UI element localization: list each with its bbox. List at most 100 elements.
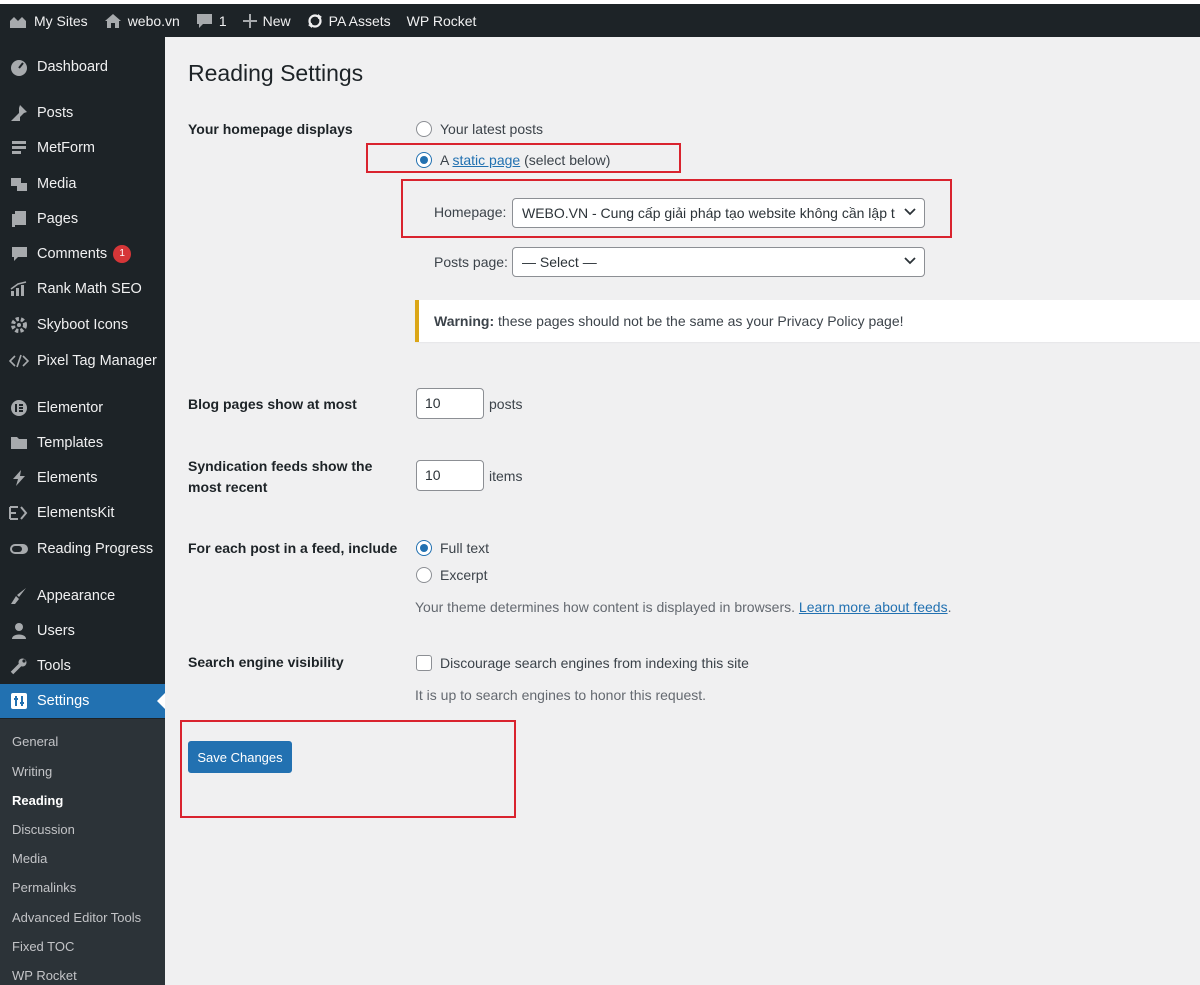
admin-bar-pa-assets[interactable]: PA Assets [307,13,391,29]
submenu-item-advanced-editor-tools[interactable]: Advanced Editor Tools [12,910,141,925]
sidebar-item-label: Elementor [37,400,104,416]
brush-icon [9,586,29,606]
admin-bar-site[interactable]: webo.vn [104,13,180,29]
gear-icon [9,315,29,335]
sidebar-item-label: Templates [37,435,104,451]
submenu-item-permalinks[interactable]: Permalinks [12,880,76,895]
submenu-item-general[interactable]: General [12,734,58,749]
sidebar-item-label: Posts [37,105,74,121]
pages-icon [9,209,29,229]
warning-text: these pages should not be the same as yo… [498,313,904,329]
annotation-box-homepage-select [401,179,952,238]
sidebar-item-label: Users [37,623,75,639]
sidebar-item-label: Pixel Tag Manager [37,353,157,369]
admin-bar-my-sites[interactable]: My Sites [8,12,88,30]
admin-bar-new[interactable]: New [242,13,291,29]
full-text-label: Full text [440,540,490,556]
feed-items-input[interactable]: 10 [416,460,484,491]
code-icon [9,351,29,371]
syndication-label-line1: Syndication feeds show the [188,458,373,474]
refresh-icon [307,13,322,28]
media-icon [9,174,29,194]
sidebar-item-tools[interactable]: Tools [0,649,165,683]
sidebar-item-label: Media [37,176,77,192]
submenu-item-writing[interactable]: Writing [12,764,52,779]
elementor-icon [9,398,29,418]
posts-page-select-label: Posts page: [434,254,508,270]
admin-bar-label: 1 [218,12,227,29]
settings-icon [9,691,29,711]
submenu-item-reading[interactable]: Reading [12,793,63,808]
comments-count-badge: 1 [113,245,132,263]
comment-icon [196,13,212,28]
sidebar-item-media[interactable]: Media [0,167,165,201]
admin-bar-label: webo.vn [127,12,180,29]
chevron-down-icon [904,257,916,265]
excerpt-label: Excerpt [440,567,488,583]
submenu-item-media[interactable]: Media [12,851,47,866]
pin-icon [9,103,29,123]
excerpt-radio[interactable] [416,567,432,583]
items-unit-label: items [489,468,523,484]
sidebar-item-dashboard[interactable]: Dashboard [0,50,165,84]
sidebar-item-settings[interactable]: Settings [0,684,165,718]
sidebar-item-elementor[interactable]: Elementor [0,391,165,425]
sidebar-item-elementskit[interactable]: ElementsKit [0,496,165,530]
sidebar-item-posts[interactable]: Posts [0,96,165,130]
submenu-item-wp-rocket[interactable]: WP Rocket [12,968,77,983]
search-visibility-note: It is up to search engines to honor this… [415,687,707,703]
sidebar-item-skyboot-icons[interactable]: Skyboot Icons [0,308,165,342]
sidebar-item-label: Comments [37,246,108,262]
chart-icon [9,279,29,299]
sidebar-item-label: Reading Progress [37,541,154,557]
full-text-radio[interactable] [416,540,432,556]
ek-icon [9,503,29,523]
sidebar-item-pages[interactable]: Pages [0,202,165,236]
blog-pages-label: Blog pages show at most [188,396,357,412]
feed-description-text: Your theme determines how content is dis… [415,599,796,615]
sidebar-item-label: MetForm [37,140,95,156]
sidebar-item-appearance[interactable]: Appearance [0,579,165,613]
sidebar-item-label: Appearance [37,588,116,604]
warning-label: Warning: [434,313,495,329]
learn-more-feeds-link[interactable]: Learn more about feeds [799,599,948,615]
plus-icon [242,13,257,28]
submenu-item-discussion[interactable]: Discussion [12,822,75,837]
feed-description-suffix: . [947,599,952,615]
posts-unit-label: posts [489,396,523,412]
sidebar-item-pixel-tag-manager[interactable]: Pixel Tag Manager [0,344,165,378]
sidebar-item-comments[interactable]: Comments 1 [0,237,165,271]
posts-page-select[interactable]: — Select — [512,247,925,277]
wrench-icon [9,656,29,676]
discourage-search-checkbox[interactable] [416,655,432,671]
sidebar-item-label: Skyboot Icons [37,317,129,333]
homepage-displays-label: Your homepage displays [188,121,353,137]
sidebar-item-label: ElementsKit [37,505,115,521]
syndication-label-line2: most recent [188,479,268,495]
sidebar-item-label: Pages [37,211,79,227]
latest-posts-label: Your latest posts [440,121,543,137]
sidebar-item-label: Tools [37,658,71,674]
sidebar-item-templates[interactable]: Templates [0,426,165,460]
admin-bar: My Sites webo.vn 1 New PA Assets WP Rock… [0,0,1200,37]
search-visibility-label: Search engine visibility [188,654,344,670]
sidebar-item-metform[interactable]: MetForm [0,131,165,165]
sidebar-item-elements[interactable]: Elements [0,461,165,495]
sidebar-item-reading-progress[interactable]: Reading Progress [0,532,165,566]
sidebar-item-label: Rank Math SEO [37,281,142,297]
sidebar-item-rank-math[interactable]: Rank Math SEO [0,272,165,306]
user-icon [9,621,29,641]
my-sites-icon [10,16,26,28]
posts-per-page-input[interactable]: 10 [416,388,484,419]
admin-bar-label: WP Rocket [406,12,477,29]
feed-description: Your theme determines how content is dis… [415,599,951,615]
admin-bar-comments[interactable]: 1 [196,13,227,29]
latest-posts-radio[interactable] [416,121,432,137]
sidebar-item-users[interactable]: Users [0,614,165,648]
admin-bar-wp-rocket[interactable]: WP Rocket [407,13,477,29]
discourage-search-label: Discourage search engines from indexing … [440,655,749,671]
submenu-item-fixed-toc[interactable]: Fixed TOC [12,939,74,954]
sidebar-item-label: Settings [37,693,90,709]
home-icon [104,13,121,28]
posts-page-select-value: — Select — [522,254,597,270]
